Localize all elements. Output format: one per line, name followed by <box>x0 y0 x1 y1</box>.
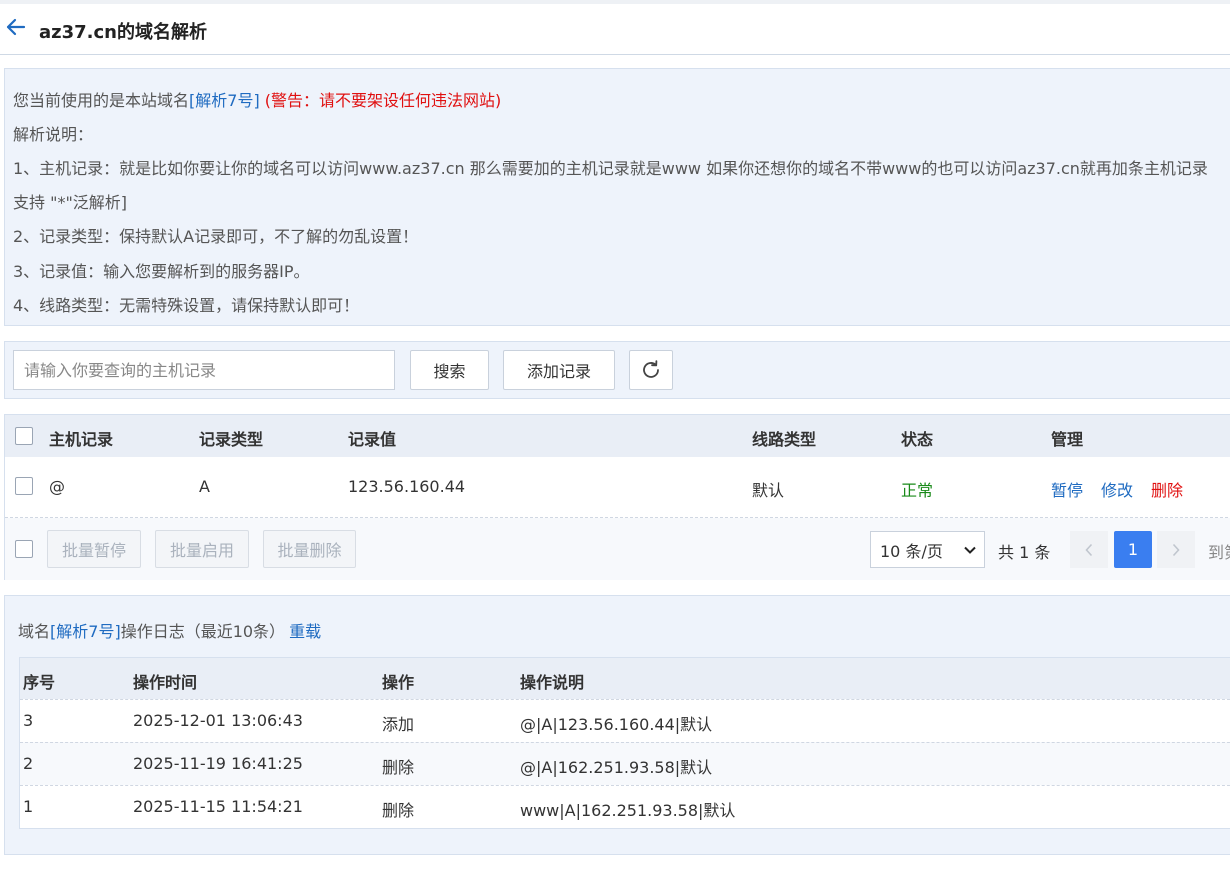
notice-item-1: 1、主机记录：就是比如你要让你的域名可以访问www.az37.cn 那么需要加的… <box>13 159 1208 178</box>
log-col-time: 操作时间 <box>133 673 198 692</box>
col-status: 状态 <box>901 430 934 449</box>
record-status: 正常 <box>901 481 934 500</box>
log-id: 2 <box>23 754 34 773</box>
search-input[interactable] <box>13 350 395 390</box>
notice-item-3: 3、记录值：输入您要解析到的服务器IP。 <box>13 262 310 281</box>
goto-page-label: 到第 <box>1208 543 1230 562</box>
log-row: 1 2025-11-15 11:54:21 删除 www|A|162.251.9… <box>20 785 1230 828</box>
per-page-value: 10 条/页 <box>880 541 943 561</box>
chevron-left-icon <box>1085 543 1093 556</box>
log-id: 3 <box>23 711 34 730</box>
notice-domain-text: 您当前使用的是本站域名 <box>13 91 190 110</box>
log-col-op: 操作 <box>382 673 415 692</box>
back-arrow-icon[interactable] <box>4 16 26 38</box>
next-page-button[interactable] <box>1157 531 1195 568</box>
record-line: 默认 <box>752 481 785 500</box>
chevron-right-icon <box>1172 543 1180 556</box>
page-header: az37.cn的域名解析 <box>0 4 1230 55</box>
edit-link[interactable]: 修改 <box>1101 477 1133 501</box>
operation-log-panel: 域名[解析7号]操作日志（最近10条） 重载 序号 操作时间 操作 操作说明 3 … <box>4 595 1230 855</box>
log-desc: @|A|123.56.160.44|默认 <box>520 715 713 734</box>
log-time: 2025-11-15 11:54:21 <box>133 797 303 816</box>
search-toolbar: 搜索 添加记录 <box>4 341 1230 399</box>
records-table: 主机记录 记录类型 记录值 线路类型 状态 管理 @ A 123.56.160.… <box>4 414 1230 580</box>
notice-item-4: 4、线路类型：无需特殊设置，请保持默认即可！ <box>13 296 360 315</box>
log-desc: www|A|162.251.93.58|默认 <box>520 801 736 820</box>
refresh-button[interactable] <box>629 350 673 390</box>
log-table: 序号 操作时间 操作 操作说明 3 2025-12-01 13:06:43 添加… <box>19 657 1230 829</box>
per-page-select[interactable]: 10 条/页 <box>870 531 985 568</box>
notice-item-2: 2、记录类型：保持默认A记录即可，不了解的勿乱设置！ <box>13 227 419 246</box>
log-title: 域名[解析7号]操作日志（最近10条） 重载 <box>18 618 321 642</box>
log-row: 2 2025-11-19 16:41:25 删除 @|A|162.251.93.… <box>20 742 1230 785</box>
select-all-checkbox[interactable] <box>15 427 33 445</box>
search-button[interactable]: 搜索 <box>410 350 489 390</box>
log-col-id: 序号 <box>23 673 56 692</box>
log-op: 删除 <box>382 758 415 777</box>
table-row: @ A 123.56.160.44 默认 正常 暂停 修改 删除 <box>5 457 1230 518</box>
reload-link[interactable]: 重载 <box>289 622 321 641</box>
records-header: 主机记录 记录类型 记录值 线路类型 状态 管理 <box>5 415 1230 457</box>
batch-pause-button[interactable]: 批量暂停 <box>47 530 141 568</box>
prev-page-button[interactable] <box>1070 531 1108 568</box>
log-title-suffix: 操作日志（最近10条） <box>120 622 286 641</box>
add-record-button[interactable]: 添加记录 <box>503 350 615 390</box>
record-value: 123.56.160.44 <box>348 477 466 496</box>
refresh-icon <box>643 360 659 378</box>
log-title-prefix: 域名 <box>18 622 51 641</box>
notice-warning: (警告：请不要架设任何违法网站) <box>259 91 502 110</box>
col-type: 记录类型 <box>199 430 264 449</box>
log-op: 添加 <box>382 715 415 734</box>
page-title: az37.cn的域名解析 <box>39 22 207 43</box>
records-footer: 批量暂停 批量启用 批量删除 10 条/页 共 1 条 1 到第 <box>5 518 1230 580</box>
total-count: 共 1 条 <box>998 543 1051 562</box>
notice-panel: 您当前使用的是本站域名[解析7号] (警告：请不要架设任何违法网站) 解析说明：… <box>4 68 1230 326</box>
log-time: 2025-11-19 16:41:25 <box>133 754 303 773</box>
batch-enable-button[interactable]: 批量启用 <box>155 530 249 568</box>
col-line: 线路类型 <box>752 430 817 449</box>
notice-heading: 解析说明： <box>13 125 94 144</box>
log-id: 1 <box>23 797 34 816</box>
log-header: 序号 操作时间 操作 操作说明 <box>20 658 1230 699</box>
log-desc: @|A|162.251.93.58|默认 <box>520 758 713 777</box>
batch-delete-button[interactable]: 批量删除 <box>263 530 356 568</box>
col-manage: 管理 <box>1051 430 1084 449</box>
notice-domain-link[interactable]: [解析7号] <box>189 91 260 110</box>
chevron-down-icon <box>964 546 976 554</box>
log-col-desc: 操作说明 <box>520 673 585 692</box>
col-value: 记录值 <box>348 430 397 449</box>
pause-link[interactable]: 暂停 <box>1051 477 1083 501</box>
footer-select-all-checkbox[interactable] <box>15 540 33 558</box>
notice-item-1-cont: 支持 "*"泛解析] <box>13 193 128 212</box>
delete-link[interactable]: 删除 <box>1151 477 1183 501</box>
log-domain-link[interactable]: [解析7号] <box>50 622 121 641</box>
log-op: 删除 <box>382 801 415 820</box>
page-1-button[interactable]: 1 <box>1114 531 1152 568</box>
row-checkbox[interactable] <box>15 477 33 495</box>
log-time: 2025-12-01 13:06:43 <box>133 711 303 730</box>
record-type: A <box>199 477 210 496</box>
notice-line-domain: 您当前使用的是本站域名[解析7号] (警告：请不要架设任何违法网站) <box>13 87 501 111</box>
log-row: 3 2025-12-01 13:06:43 添加 @|A|123.56.160.… <box>20 699 1230 742</box>
record-host: @ <box>49 477 65 496</box>
col-host: 主机记录 <box>49 430 114 449</box>
